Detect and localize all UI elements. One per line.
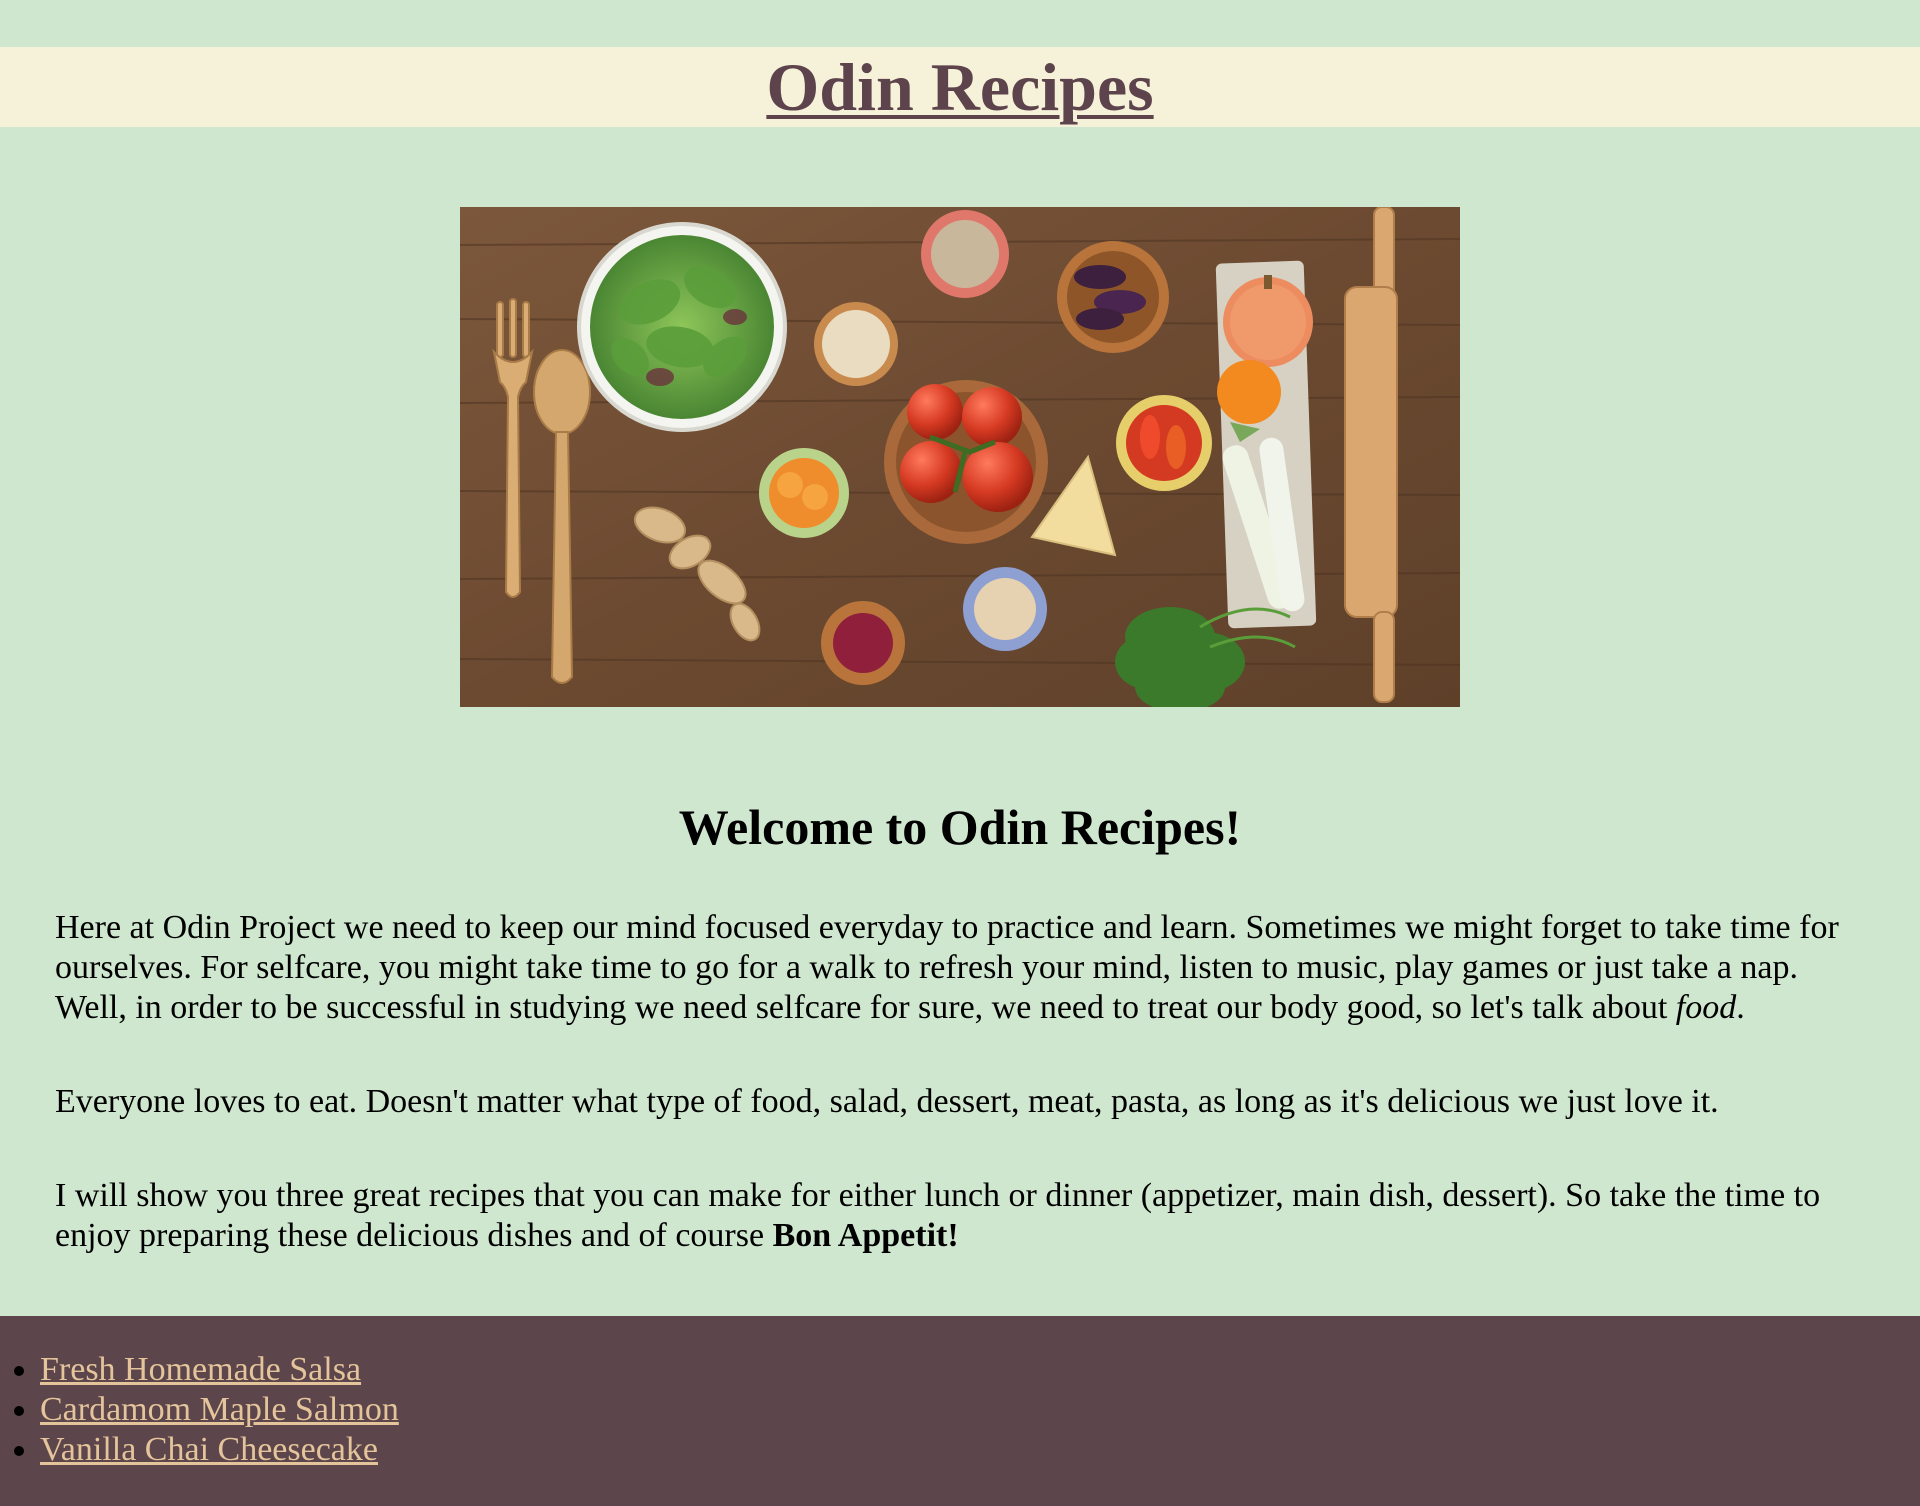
intro-paragraph-3: I will show you three great recipes that… [55, 1176, 1870, 1256]
recipe-list-item: Vanilla Chai Cheesecake [40, 1430, 399, 1470]
recipe-list-item: Cardamom Maple Salmon [40, 1390, 399, 1430]
welcome-heading: Welcome to Odin Recipes! [678, 799, 1242, 855]
recipe-list-item: Fresh Homemade Salsa [40, 1350, 399, 1390]
recipe-link-cardamom-maple-salmon[interactable]: Cardamom Maple Salmon [40, 1391, 399, 1428]
intro-content: Here at Odin Project we need to keep our… [55, 908, 1870, 1310]
food-ingredients-illustration [460, 207, 1460, 707]
recipe-footer: Fresh Homemade Salsa Cardamom Maple Salm… [0, 1316, 1920, 1506]
site-title: Odin Recipes [766, 49, 1154, 125]
bon-appetit-text: Bon Appetit! [772, 1217, 959, 1254]
intro-paragraph-1-end: . [1736, 989, 1745, 1026]
recipe-link-vanilla-chai-cheesecake[interactable]: Vanilla Chai Cheesecake [40, 1431, 378, 1468]
food-emphasis: food [1675, 989, 1737, 1026]
intro-paragraph-1: Here at Odin Project we need to keep our… [55, 908, 1870, 1028]
recipe-list: Fresh Homemade Salsa Cardamom Maple Salm… [0, 1350, 399, 1470]
intro-paragraph-1-text: Here at Odin Project we need to keep our… [55, 909, 1839, 1026]
hero-image [460, 207, 1460, 707]
recipe-link-fresh-homemade-salsa[interactable]: Fresh Homemade Salsa [40, 1351, 361, 1388]
intro-paragraph-2: Everyone loves to eat. Doesn't matter wh… [55, 1083, 1719, 1120]
site-header: Odin Recipes [0, 47, 1920, 127]
